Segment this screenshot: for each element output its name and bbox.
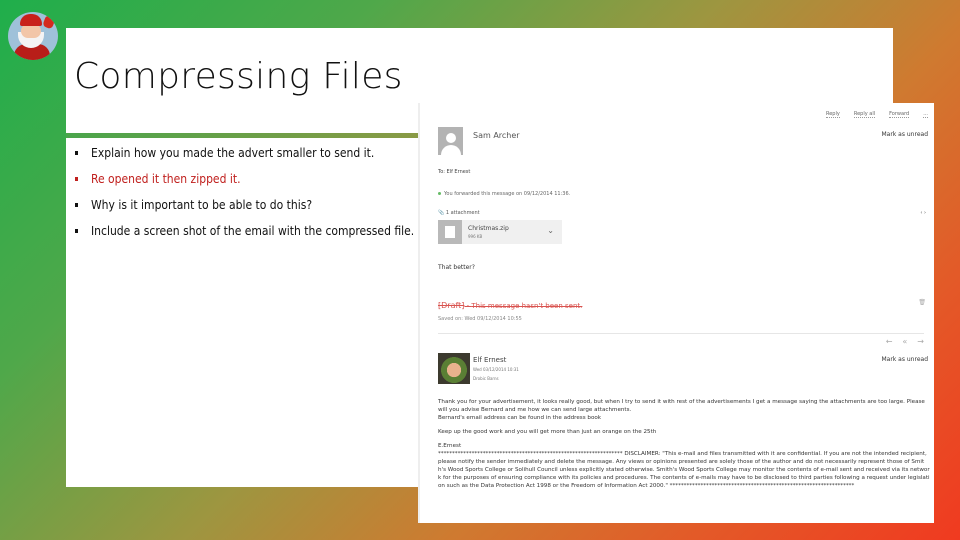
bullet-item: Explain how you made the advert smaller … xyxy=(72,146,417,160)
reply-all-icon[interactable]: « xyxy=(902,337,907,346)
recipient-line: Drobic Barns xyxy=(473,376,499,381)
body-paragraph: Thank you for your advertisement, it loo… xyxy=(438,398,930,422)
attachments-label: 📎 1 attachment xyxy=(438,210,480,216)
message-body: That better? xyxy=(438,264,475,271)
forward-button[interactable]: Forward xyxy=(889,111,910,118)
reply-button[interactable]: Reply xyxy=(825,111,840,118)
attachment-name: Christmas.zip xyxy=(468,225,509,232)
message-body: Thank you for your advertisement, it loo… xyxy=(438,398,930,496)
santa-hand xyxy=(42,14,56,30)
sender-name: Elf Ernest xyxy=(473,356,507,364)
more-button[interactable]: ... xyxy=(923,111,928,118)
disclaimer: ****************************************… xyxy=(438,451,930,489)
email-screenshot: Reply Reply all Forward ... Sam Archer M… xyxy=(418,103,934,523)
reply-all-button[interactable]: Reply all xyxy=(853,111,876,118)
body-paragraph: Keep up the good work and you will get m… xyxy=(438,429,657,435)
draft-text: This message hasn't been sent. xyxy=(471,302,583,310)
bullet-item: Why is it important to be able to do thi… xyxy=(72,198,417,212)
avatar-placeholder xyxy=(438,127,463,155)
avatar-photo xyxy=(438,353,470,384)
bullet-item: Include a screen shot of the email with … xyxy=(72,224,417,238)
forwarded-text: You forwarded this message on 09/12/2014… xyxy=(444,191,571,197)
signature: E.Ernest xyxy=(438,443,462,449)
santa-face xyxy=(21,24,41,38)
attachment-card[interactable]: Christmas.zip 996 KB ⌄ xyxy=(438,220,562,244)
mark-unread-link[interactable]: Mark as unread xyxy=(881,131,928,138)
draft-tag: [Draft] xyxy=(438,301,465,310)
body-line: Thank you for your advertisement, it loo… xyxy=(438,399,925,413)
reply-icon[interactable]: ← xyxy=(886,337,893,346)
attachment-nav[interactable]: ‹ › xyxy=(920,210,926,216)
forwarded-note: You forwarded this message on 09/12/2014… xyxy=(438,191,570,197)
attachments-count: 1 attachment xyxy=(445,210,480,216)
message-actions: ← « → xyxy=(886,337,924,346)
divider xyxy=(438,333,924,334)
bullet-list: Explain how you made the advert smaller … xyxy=(72,146,417,250)
zip-file-icon xyxy=(438,220,462,244)
recipient-line: To: Elf Ernest xyxy=(438,169,471,175)
title-divider xyxy=(66,133,421,138)
slide-title: Compressing Files xyxy=(74,56,403,97)
sender-name: Sam Archer xyxy=(473,131,520,140)
body-line: Bernard's email address can be found in … xyxy=(438,415,602,421)
trash-icon[interactable]: 🗑 xyxy=(918,299,926,306)
draft-notice[interactable]: [Draft] - This message hasn't been sent. xyxy=(438,301,582,310)
santa-icon xyxy=(8,12,58,60)
chevron-down-icon[interactable]: ⌄ xyxy=(547,226,554,235)
attachment-size: 996 KB xyxy=(468,234,483,239)
draft-saved-time: Saved on: Wed 09/12/2014 10:55 xyxy=(438,316,522,322)
mark-unread-link[interactable]: Mark as unread xyxy=(881,356,928,363)
santa-hat xyxy=(20,14,42,26)
message-date: Wed 03/12/2014 10:31 xyxy=(473,367,519,372)
forward-icon[interactable]: → xyxy=(917,337,924,346)
bullet-item-answer: Re opened it then zipped it. xyxy=(72,172,417,186)
email-toolbar: Reply Reply all Forward ... xyxy=(825,111,928,118)
avatar-shoulders xyxy=(441,145,461,155)
avatar-head xyxy=(446,133,456,143)
status-dot-icon xyxy=(438,192,441,195)
